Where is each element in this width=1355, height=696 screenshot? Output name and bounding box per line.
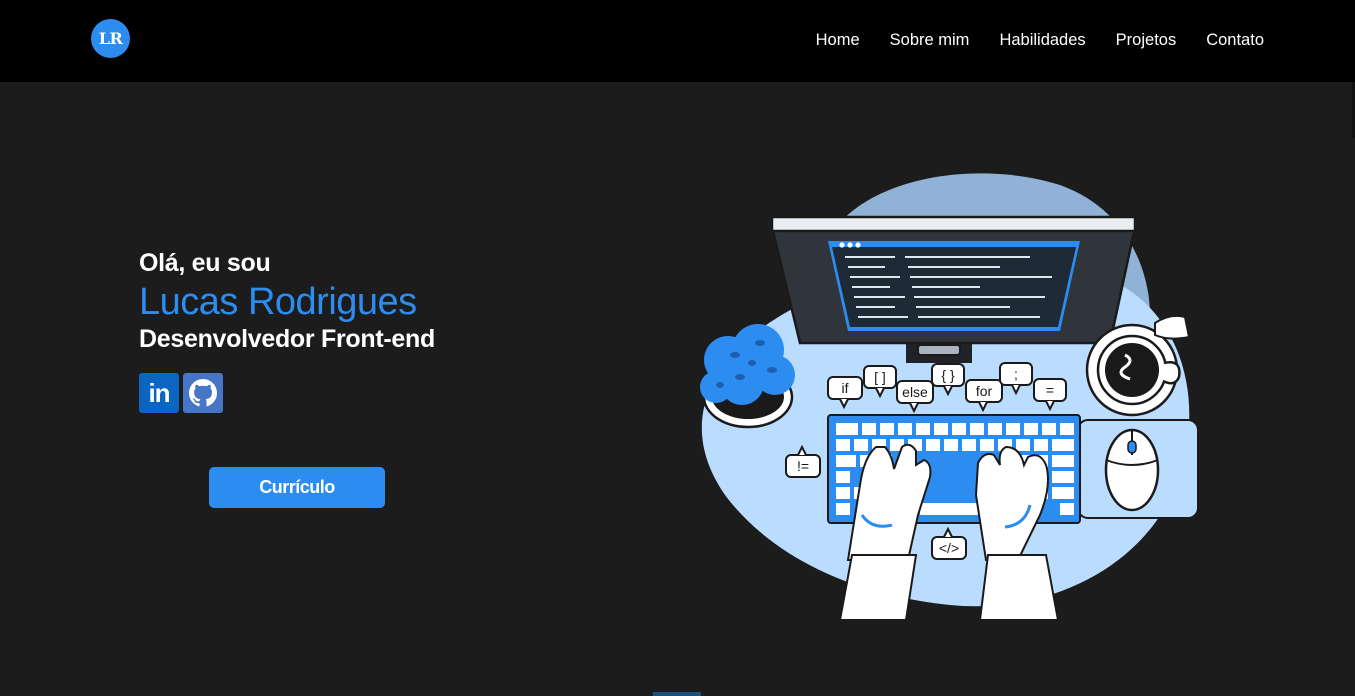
curriculo-button[interactable]: Currículo — [209, 467, 385, 508]
mouse — [1077, 419, 1199, 519]
svg-text:[ ]: [ ] — [874, 369, 886, 385]
svg-text:for: for — [976, 383, 993, 399]
navbar: LR Home Sobre mim Habilidades Projetos C… — [0, 0, 1355, 82]
svg-text:{ }: { } — [941, 367, 955, 383]
hero-role: Desenvolvedor Front-end — [139, 325, 435, 353]
nav-link-sobre-mim[interactable]: Sobre mim — [890, 30, 970, 50]
nav-link-home[interactable]: Home — [816, 30, 860, 50]
developer-illustration: if [ ] else { } for ; = != </> — [700, 173, 1199, 620]
hero-name: Lucas Rodrigues — [139, 281, 417, 323]
social-links: in — [139, 373, 223, 413]
nav-link-contato[interactable]: Contato — [1206, 30, 1264, 50]
nav-menu: Home Sobre mim Habilidades Projetos Cont… — [816, 30, 1264, 50]
github-button[interactable] — [183, 373, 223, 413]
logo[interactable]: LR — [91, 19, 130, 58]
svg-text:;: ; — [1014, 366, 1018, 382]
svg-text:!=: != — [797, 458, 809, 474]
hero-greeting: Olá, eu sou — [139, 249, 271, 277]
scroll-indicator — [653, 692, 701, 696]
github-icon — [189, 379, 217, 407]
nav-link-habilidades[interactable]: Habilidades — [999, 30, 1085, 50]
nav-link-projetos[interactable]: Projetos — [1116, 30, 1177, 50]
monitor — [770, 215, 1137, 363]
svg-text:=: = — [1046, 382, 1054, 398]
svg-text:if: if — [842, 380, 849, 396]
plant — [700, 324, 795, 429]
svg-text:else: else — [902, 384, 928, 400]
svg-text:</>: </> — [939, 540, 959, 556]
linkedin-button[interactable]: in — [139, 373, 179, 413]
linkedin-icon: in — [148, 377, 170, 408]
